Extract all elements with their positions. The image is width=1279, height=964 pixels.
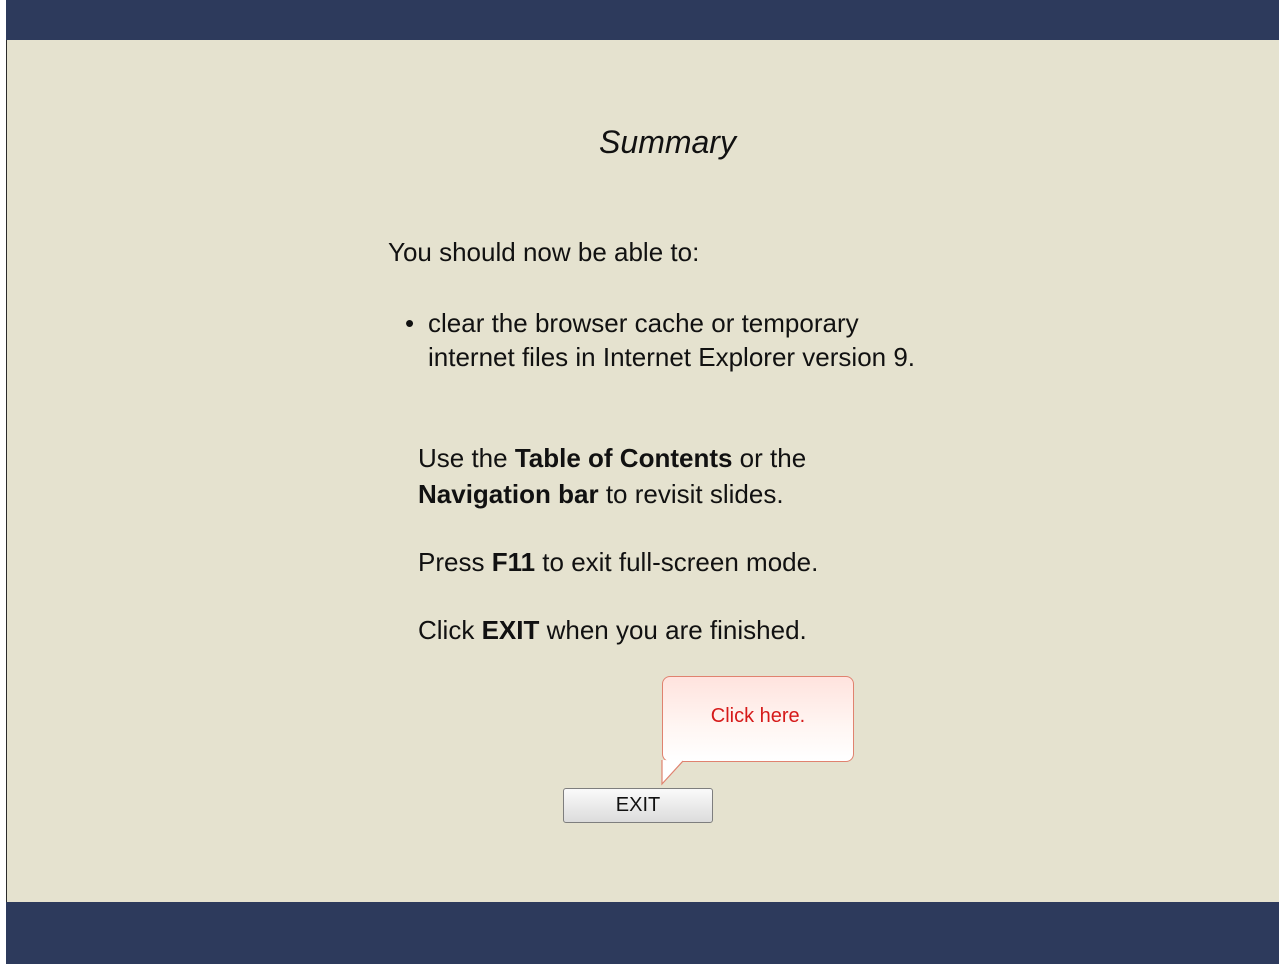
instruction-text: to exit full-screen mode. [535, 547, 819, 577]
exit-button[interactable]: EXIT [563, 788, 713, 823]
bottom-bar [6, 902, 1279, 964]
slide-title: Summary [599, 124, 736, 160]
bullet-dot-icon: • [405, 308, 415, 338]
instruction-text: when you are finished. [539, 615, 807, 645]
exit-key-label: EXIT [481, 615, 540, 645]
instruction-text: Press [418, 547, 492, 577]
intro-text: You should now be able to: [388, 237, 700, 267]
table-of-contents-label: Table of Contents [514, 443, 733, 473]
bullet-list: • clear the browser cache or temporary i… [405, 306, 948, 374]
navigation-instruction: Use the Table of Contents or the Navigat… [418, 440, 858, 512]
instruction-text: Use the [418, 443, 515, 473]
fullscreen-instruction: Press F11 to exit full-screen mode. [418, 544, 818, 580]
navigation-bar-label: Navigation bar [418, 479, 599, 509]
list-item: • clear the browser cache or temporary i… [405, 306, 948, 374]
instruction-text: Click [418, 615, 482, 645]
instruction-text: to revisit slides. [598, 479, 784, 509]
f11-key-label: F11 [491, 547, 536, 577]
click-here-callout: Click here. [662, 676, 854, 762]
exit-instruction: Click EXIT when you are finished. [418, 612, 807, 648]
top-bar [6, 0, 1279, 40]
callout-text: Click here. [710, 705, 806, 727]
bullet-text: clear the browser cache or temporary int… [428, 308, 916, 372]
instruction-text: or the [732, 443, 807, 473]
